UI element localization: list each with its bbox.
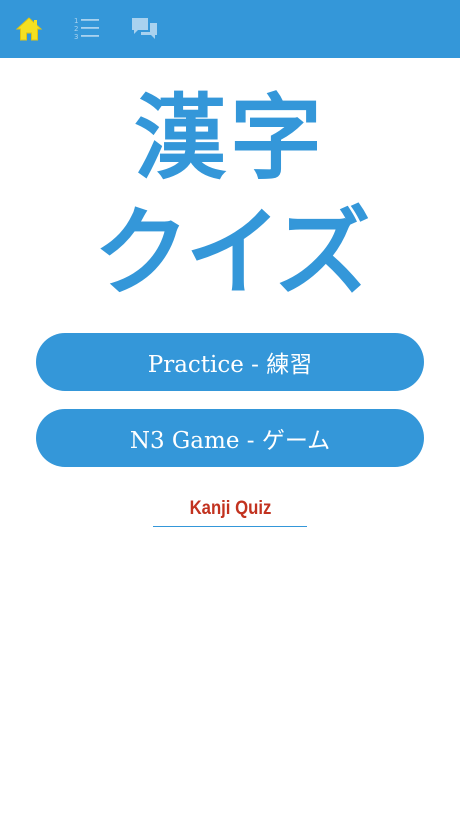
kanji-quiz-link-label: Kanji Quiz — [189, 498, 271, 519]
numbered-list-icon: 1 2 3 — [74, 17, 99, 41]
home-button[interactable] — [12, 12, 46, 46]
numbered-list-button[interactable]: 1 2 3 — [70, 12, 104, 46]
chat-bubbles-icon — [132, 18, 157, 39]
kanji-quiz-link[interactable]: Kanji Quiz — [153, 492, 307, 527]
svg-text:2: 2 — [74, 25, 78, 33]
app-title-quiz: クイズ — [93, 196, 370, 309]
n3-game-button[interactable]: N3 Game - ゲーム — [36, 409, 424, 467]
chat-button[interactable] — [128, 12, 162, 46]
app-title-kanji: 漢字 — [133, 84, 326, 192]
svg-text:1: 1 — [74, 17, 78, 25]
home-icon — [15, 17, 43, 41]
app-screen: 1 2 3 漢字 クイズ Practice - 練習 N3 Game - ゲーム… — [0, 0, 460, 818]
svg-text:3: 3 — [74, 33, 78, 41]
practice-button[interactable]: Practice - 練習 — [36, 333, 424, 391]
top-toolbar: 1 2 3 — [0, 0, 460, 58]
